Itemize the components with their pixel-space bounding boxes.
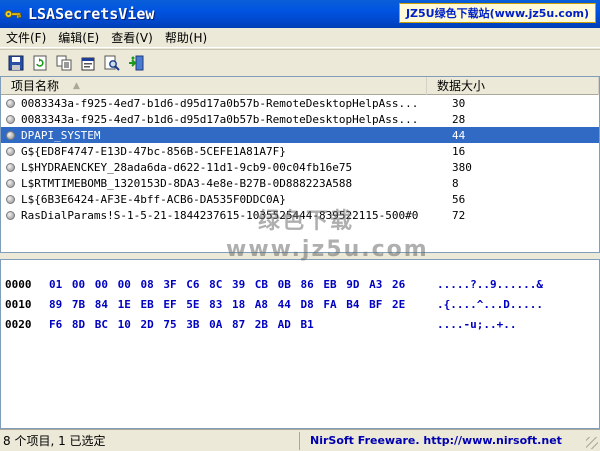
hex-line: 0020 F6 8D BC 10 2D 75 3B 0A 87 2B AD B1… xyxy=(5,318,516,334)
exit-icon[interactable] xyxy=(126,53,146,73)
hex-offset: 0020 xyxy=(5,318,32,331)
hex-offset: 0010 xyxy=(5,298,32,311)
hex-dump-panel[interactable]: 0000 01 00 00 00 08 3F C6 8C 39 CB 0B 86… xyxy=(0,259,600,429)
status-credit-link[interactable]: NirSoft Freeware. http://www.nirsoft.net xyxy=(300,434,562,447)
item-size: 8 xyxy=(452,176,459,190)
resize-grip-icon[interactable] xyxy=(586,437,598,449)
hex-offset: 0000 xyxy=(5,278,32,291)
window-title: LSASecretsView xyxy=(28,5,155,23)
list-item[interactable]: G${ED8F4747-E13D-47bc-856B-5CEFE1A81A7F}… xyxy=(1,143,599,159)
item-name: L$RTMTIMEBOMB_1320153D-8DA3-4e8e-B27B-0D… xyxy=(21,176,353,190)
list-item-selected[interactable]: DPAPI_SYSTEM 44 xyxy=(1,127,599,143)
column-size-label: 数据大小 xyxy=(437,79,486,93)
secret-icon xyxy=(6,114,15,124)
hex-line: 0010 89 7B 84 1E EB EF 5E 83 18 A8 44 D8… xyxy=(5,298,543,314)
status-bar: 8 个项目, 1 已选定 NirSoft Freeware. http://ww… xyxy=(0,429,600,451)
item-name: 0083343a-f925-4ed7-b1d6-d95d17a0b57b-Rem… xyxy=(21,96,419,110)
properties-icon[interactable] xyxy=(78,53,98,73)
item-size: 380 xyxy=(452,160,472,174)
item-name: G${ED8F4747-E13D-47bc-856B-5CEFE1A81A7F} xyxy=(21,144,286,158)
list-item[interactable]: L$HYDRAENCKEY_28ada6da-d622-11d1-9cb9-00… xyxy=(1,159,599,175)
copy-icon[interactable] xyxy=(54,53,74,73)
toolbar xyxy=(0,49,600,75)
hex-line: 0000 01 00 00 00 08 3F C6 8C 39 CB 0B 86… xyxy=(5,278,543,294)
secret-icon xyxy=(6,162,15,172)
hex-bytes: 01 00 00 00 08 3F C6 8C 39 CB 0B 86 EB 9… xyxy=(49,278,406,291)
key-icon xyxy=(4,7,22,21)
secret-icon xyxy=(6,194,15,204)
list-item[interactable]: L$RTMTIMEBOMB_1320153D-8DA3-4e8e-B27B-0D… xyxy=(1,175,599,191)
secret-icon xyxy=(6,98,15,108)
item-size: 72 xyxy=(452,208,466,222)
item-name: 0083343a-f925-4ed7-b1d6-d95d17a0b57b-Rem… xyxy=(21,112,419,126)
watermark-line2: www.jz5u.com xyxy=(226,237,429,262)
hex-ascii: ....-u;..+.. xyxy=(437,318,517,331)
item-size: 30 xyxy=(452,96,466,110)
list-item[interactable]: 0083343a-f925-4ed7-b1d6-d95d17a0b57b-Rem… xyxy=(1,111,599,127)
column-header-name[interactable]: 项目名称 ▲ xyxy=(1,77,427,95)
item-name: DPAPI_SYSTEM xyxy=(21,128,101,142)
secret-icon xyxy=(6,210,15,220)
item-size: 44 xyxy=(452,128,466,142)
watermark-line1: 绿色下载 xyxy=(257,209,354,234)
save-icon[interactable] xyxy=(6,53,26,73)
menu-view[interactable]: 查看(V) xyxy=(105,28,159,48)
hex-ascii: .....?..9......& xyxy=(437,278,543,291)
menu-file[interactable]: 文件(F) xyxy=(0,28,52,48)
item-name: L$HYDRAENCKEY_28ada6da-d622-11d1-9cb9-00… xyxy=(21,160,353,174)
hex-bytes: 89 7B 84 1E EB EF 5E 83 18 A8 44 D8 FA B… xyxy=(49,298,406,311)
column-name-label: 项目名称 xyxy=(11,79,60,93)
center-watermark: 绿色下载 www.jz5u.com xyxy=(226,208,429,268)
item-size: 56 xyxy=(452,192,466,206)
find-icon[interactable] xyxy=(102,53,122,73)
item-size: 28 xyxy=(452,112,466,126)
item-name: L${6B3E6424-AF3E-4bff-ACB6-DA535F0DDC0A} xyxy=(21,192,286,206)
secret-icon xyxy=(6,178,15,188)
list-header: 项目名称 ▲ 数据大小 xyxy=(1,77,599,95)
list-item[interactable]: L${6B3E6424-AF3E-4bff-ACB6-DA535F0DDC0A}… xyxy=(1,191,599,207)
hex-ascii: .{....^...D..... xyxy=(437,298,543,311)
item-size: 16 xyxy=(452,144,466,158)
list-item[interactable]: 0083343a-f925-4ed7-b1d6-d95d17a0b57b-Rem… xyxy=(1,95,599,111)
title-bar[interactable]: LSASecretsView JZ5U绿色下载站(www.jz5u.com) xyxy=(0,0,600,28)
site-watermark: JZ5U绿色下载站(www.jz5u.com) xyxy=(398,3,596,23)
secret-icon xyxy=(6,146,15,156)
column-header-size[interactable]: 数据大小 xyxy=(427,77,599,95)
refresh-icon[interactable] xyxy=(30,53,50,73)
secret-icon xyxy=(6,130,15,140)
sort-ascending-icon: ▲ xyxy=(73,81,80,91)
menu-bar: 文件(F) 编辑(E) 查看(V) 帮助(H) xyxy=(0,28,600,48)
status-item-count: 8 个项目, 1 已选定 xyxy=(0,431,300,450)
menu-edit[interactable]: 编辑(E) xyxy=(52,28,105,48)
hex-bytes: F6 8D BC 10 2D 75 3B 0A 87 2B AD B1 xyxy=(49,318,314,331)
menu-help[interactable]: 帮助(H) xyxy=(159,28,213,48)
